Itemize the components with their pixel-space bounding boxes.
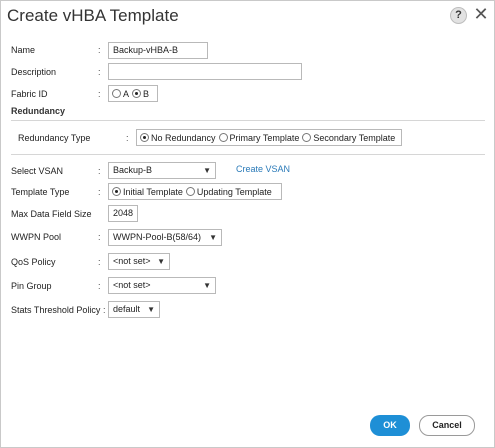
radio-checked-icon: [112, 187, 121, 196]
fabric-id-radio-group: A B: [108, 85, 158, 102]
radio-unchecked-icon: [185, 187, 195, 196]
wwpn-pool-label: WWPN Pool: [11, 232, 62, 242]
colon: :: [98, 89, 101, 99]
radio-checked-icon: [132, 89, 142, 98]
chevron-down-icon: ▼: [203, 166, 211, 175]
stats-threshold-policy-label: Stats Threshold Policy: [11, 305, 101, 315]
max-data-field-size-label: Max Data Field Size: [11, 209, 92, 219]
no-redundancy-radio[interactable]: No Redundancy: [140, 133, 216, 143]
section-divider: [11, 120, 485, 121]
wwpn-pool-select[interactable]: WWPN-Pool-B(58/64) ▼: [108, 229, 222, 246]
chevron-down-icon: ▼: [157, 257, 165, 266]
redundancy-section-header: Redundancy: [11, 106, 66, 116]
close-icon[interactable]: ✕: [473, 5, 489, 23]
pin-group-label: Pin Group: [11, 281, 52, 291]
colon: :: [103, 305, 106, 315]
colon: :: [126, 133, 129, 143]
chevron-down-icon: ▼: [203, 281, 211, 290]
chevron-down-icon: ▼: [209, 233, 217, 242]
chevron-down-icon: ▼: [147, 305, 155, 314]
radio-unchecked-icon: [218, 133, 228, 142]
colon: :: [98, 187, 101, 197]
radio-unchecked-icon: [302, 133, 312, 142]
vsan-select[interactable]: Backup-B ▼: [108, 162, 216, 179]
dialog-title: Create vHBA Template: [7, 6, 179, 25]
template-type-radio-group: Initial Template Updating Template: [108, 183, 282, 200]
colon: :: [98, 166, 101, 176]
max-data-field-size-field[interactable]: 2048: [108, 205, 138, 222]
redundancy-type-radio-group: No Redundancy Primary Template Secondary…: [136, 129, 402, 146]
name-field[interactable]: Backup-vHBA-B: [108, 42, 208, 59]
updating-template-radio[interactable]: Updating Template: [185, 187, 272, 197]
radio-unchecked-icon: [112, 89, 121, 98]
colon: :: [98, 281, 101, 291]
create-vsan-link[interactable]: Create VSAN: [236, 164, 290, 174]
colon: :: [98, 45, 101, 55]
ok-button[interactable]: OK: [370, 415, 410, 436]
select-vsan-label: Select VSAN: [11, 166, 64, 176]
template-type-label: Template Type: [11, 187, 70, 197]
create-vhba-template-dialog: Create vHBA Template ? ✕ Name : Backup-v…: [0, 0, 495, 448]
colon: :: [98, 232, 101, 242]
name-label: Name: [11, 45, 36, 55]
initial-template-radio[interactable]: Initial Template: [112, 187, 183, 197]
colon: :: [98, 257, 101, 267]
radio-checked-icon: [140, 133, 149, 142]
qos-policy-select[interactable]: <not set> ▼: [108, 253, 170, 270]
fabric-b-radio[interactable]: B: [132, 89, 149, 99]
pin-group-select[interactable]: <not set> ▼: [108, 277, 216, 294]
fabric-id-label: Fabric ID: [11, 89, 48, 99]
cancel-button[interactable]: Cancel: [419, 415, 475, 436]
colon: :: [98, 67, 101, 77]
description-label: Description: [11, 67, 57, 77]
primary-template-radio[interactable]: Primary Template: [218, 133, 299, 143]
section-divider: [11, 154, 485, 155]
help-icon[interactable]: ?: [450, 7, 467, 24]
secondary-template-radio[interactable]: Secondary Template: [302, 133, 395, 143]
description-field[interactable]: [108, 63, 302, 80]
stats-threshold-policy-select[interactable]: default ▼: [108, 301, 160, 318]
fabric-a-radio[interactable]: A: [112, 89, 129, 99]
qos-policy-label: QoS Policy: [11, 257, 56, 267]
redundancy-type-label: Redundancy Type: [18, 133, 91, 143]
